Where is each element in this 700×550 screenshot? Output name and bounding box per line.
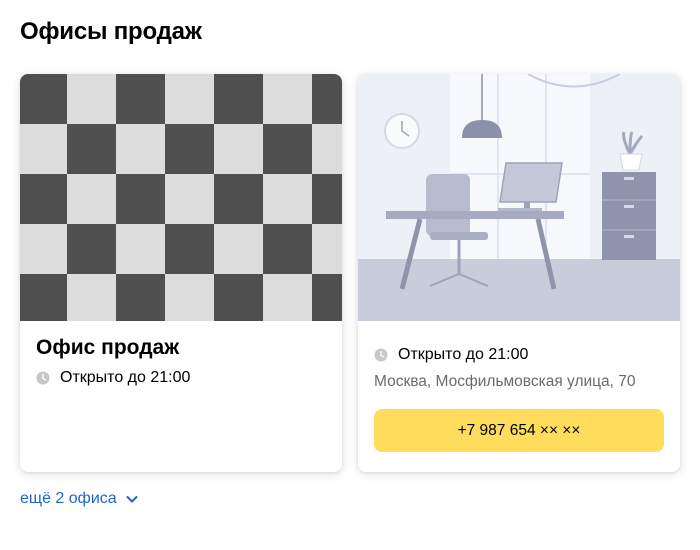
office-address: Москва, Мосфильмовская улица, 70	[374, 373, 636, 390]
clock-icon	[36, 371, 50, 385]
office-illustration	[358, 74, 680, 321]
hours-text: Открыто до 21:00	[398, 346, 529, 363]
section-title: Офисы продаж	[20, 18, 202, 45]
opening-hours: Открыто до 21:00	[36, 369, 190, 387]
office-card[interactable]: Офис продаж Открыто до 21:00	[20, 74, 342, 472]
opening-hours: Открыто до 21:00	[374, 346, 528, 364]
show-more-offices-link[interactable]: ещё 2 офиса	[20, 490, 139, 508]
call-phone-button[interactable]: +7 987 654 ×× ××	[374, 409, 664, 452]
office-title: Офис продаж	[36, 336, 180, 359]
clock-icon	[374, 348, 388, 362]
office-photo-placeholder	[20, 74, 342, 321]
chevron-down-icon	[126, 496, 138, 503]
hours-text: Открыто до 21:00	[60, 369, 191, 386]
more-link-label: ещё 2 офиса	[20, 490, 117, 507]
office-card[interactable]: Открыто до 21:00 Москва, Мосфильмовская …	[358, 74, 680, 472]
